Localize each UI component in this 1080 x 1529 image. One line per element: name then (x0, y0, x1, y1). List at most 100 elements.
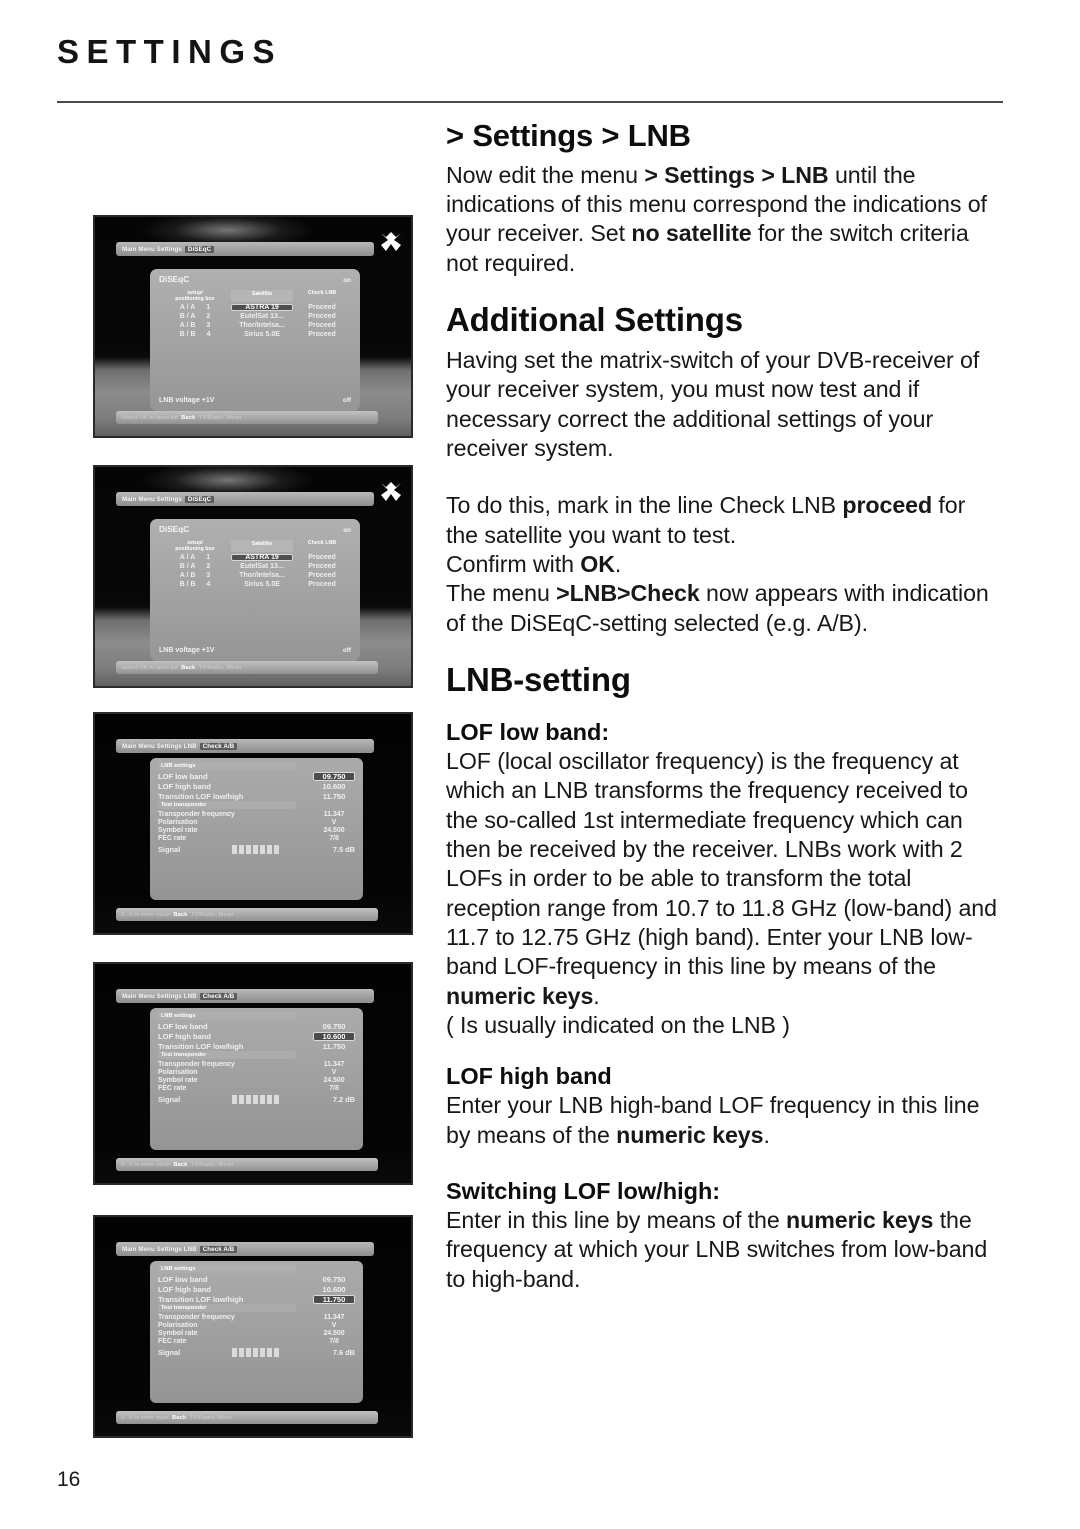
paragraph-lof-low-band: LOF (local oscillator frequency) is the … (446, 747, 1002, 1011)
transponder-row[interactable]: Polarisation V (158, 1068, 355, 1076)
settings-row[interactable]: LOF high band 10.600 (158, 1031, 355, 1041)
transponder-row[interactable]: Symbol rate 24.500 (158, 1076, 355, 1084)
row-value[interactable]: 10.600 (313, 782, 355, 791)
settings-row[interactable]: LOF low band 09.750 (158, 1021, 355, 1031)
hint-primary: Select OK to open list (121, 414, 178, 421)
settings-row[interactable]: Transition LOF low/high 11.750 (158, 791, 355, 801)
table-row[interactable]: B / A 2 EutelSat 13... Proceed (159, 563, 351, 570)
row-value[interactable]: 11.750 (313, 792, 355, 801)
cell-satellite[interactable]: Sirius 5.0E (231, 581, 293, 588)
row-label: FEC rate (158, 1337, 187, 1345)
table-row[interactable]: A / B 3 Thor/Intelsa... Proceed (159, 322, 351, 329)
settings-row[interactable]: LOF low band 09.750 (158, 771, 355, 781)
paragraph-settings-lnb: Now edit the menu > Settings > LNB until… (446, 161, 1002, 278)
diseqc-dialog: DiSEqC on setup/positioning box Satellite Ch… (150, 269, 360, 411)
row-value[interactable]: 09.750 (313, 1275, 355, 1284)
row-value[interactable]: 10.600 (313, 1285, 355, 1294)
breadcrumb-path: Main Menu Settings LNB (122, 742, 197, 750)
row-value[interactable]: 7/8 (313, 1085, 355, 1092)
row-value[interactable]: V (313, 1322, 355, 1329)
cell-check-lnb[interactable]: Proceed (293, 563, 351, 570)
row-value[interactable]: V (313, 819, 355, 826)
dialog-state-value[interactable]: on (343, 277, 351, 284)
settings-row[interactable]: LOF low band 09.750 (158, 1274, 355, 1284)
settings-row[interactable]: LOF high band 10.600 (158, 781, 355, 791)
cell-satellite[interactable]: EutelSat 13... (231, 563, 293, 570)
cell-check-lnb[interactable]: Proceed (293, 304, 351, 311)
cell-satellite[interactable]: ASTRA 19 (231, 304, 293, 312)
row-label: Transition LOF low/high (158, 1294, 244, 1304)
screenshot-diseqc-menu-2: Main Menu Settings DiSEqC DiSEqC on setup/po… (93, 465, 413, 688)
osd-hint-bar: Select OK to open list Back TV/Radio, Me… (116, 411, 378, 424)
cell-check-lnb[interactable]: Proceed (293, 581, 351, 588)
transponder-row[interactable]: Transponder frequency 11.347 (158, 1060, 355, 1068)
signal-bar-segment (239, 1095, 245, 1104)
transponder-row[interactable]: Polarisation V (158, 1321, 355, 1329)
lnb-voltage-row[interactable]: LNB voltage +1V off (159, 647, 351, 654)
cell-check-lnb[interactable]: Proceed (293, 313, 351, 320)
hint-back: Back (170, 911, 188, 918)
settings-row[interactable]: Transition LOF low/high 11.750 (158, 1294, 355, 1304)
transponder-row[interactable]: FEC rate 7/8 (158, 834, 355, 842)
cell-check-lnb[interactable]: Proceed (293, 554, 351, 561)
row-value[interactable]: 24.500 (313, 1330, 355, 1337)
cell-satellite[interactable]: Thor/Intelsa... (231, 572, 293, 579)
table-row[interactable]: B / A 2 EutelSat 13... Proceed (159, 313, 351, 320)
settings-row[interactable]: LOF high band 10.600 (158, 1284, 355, 1294)
cell-check-lnb[interactable]: Proceed (293, 331, 351, 338)
column-header-setup: setup/positioning box (175, 540, 215, 553)
lnb-voltage-row[interactable]: LNB voltage +1V off (159, 397, 351, 404)
transponder-row[interactable]: Polarisation V (158, 818, 355, 826)
table-row[interactable]: B / B 4 Sirius 5.0E Proceed (159, 331, 351, 338)
row-value[interactable]: 09.750 (313, 771, 355, 781)
signal-bar-segment (260, 1095, 266, 1104)
row-value[interactable]: 7/8 (313, 835, 355, 842)
row-value[interactable]: 11.347 (313, 811, 355, 818)
row-label: Transponder frequency (158, 1313, 235, 1321)
cell-satellite[interactable]: Sirius 5.0E (231, 331, 293, 338)
transponder-row[interactable]: FEC rate 7/8 (158, 1337, 355, 1345)
text-emphasis: numeric keys (616, 1121, 764, 1148)
cell-check-lnb[interactable]: Proceed (293, 322, 351, 329)
row-value[interactable]: 11.347 (313, 1061, 355, 1068)
row-value[interactable]: 24.500 (313, 827, 355, 834)
lnb-voltage-value[interactable]: off (343, 397, 351, 404)
transponder-row[interactable]: Transponder frequency 11.347 (158, 1313, 355, 1321)
transponder-row[interactable]: Symbol rate 24.500 (158, 826, 355, 834)
cell-check-lnb[interactable]: Proceed (293, 572, 351, 579)
text-run: Enter in this line by means of the (446, 1207, 787, 1234)
table-row[interactable]: A / A 1 ASTRA 19 Proceed (159, 554, 351, 562)
signal-bar-segment (232, 1095, 238, 1104)
table-row[interactable]: A / B 3 Thor/Intelsa... Proceed (159, 572, 351, 579)
lnb-voltage-value[interactable]: off (343, 647, 351, 654)
signal-strength-meter (232, 1348, 280, 1357)
transponder-row[interactable]: FEC rate 7/8 (158, 1084, 355, 1092)
row-value[interactable]: 11.347 (313, 1314, 355, 1321)
cell-satellite[interactable]: EutelSat 13... (231, 313, 293, 320)
screenshot-lnb-settings-lof-low: Main Menu Settings LNB Check A/B LNB setti… (93, 712, 413, 935)
section-header-lnb-settings: LNB settings (158, 762, 296, 770)
cell-satellite[interactable]: Thor/Intelsa... (231, 322, 293, 329)
dialog-state-value[interactable]: on (343, 527, 351, 534)
diseqc-dialog: DiSEqC on setup/positioning box Satellite Ch… (150, 519, 360, 661)
osd-breadcrumb: Main Menu Settings LNB Check A/B (116, 1242, 374, 1256)
signal-bar-segment (232, 1348, 238, 1357)
row-value[interactable]: 11.750 (313, 1042, 355, 1051)
dialog-title: DiSEqC (159, 525, 190, 534)
text-run: Now edit the menu (446, 161, 645, 188)
row-value[interactable]: 10.600 (313, 1031, 355, 1041)
settings-row[interactable]: Transition LOF low/high 11.750 (158, 1041, 355, 1051)
cell-setup: B / A2 (179, 313, 211, 321)
transponder-row[interactable]: Symbol rate 24.500 (158, 1329, 355, 1337)
table-row[interactable]: A / A 1 ASTRA 19 Proceed (159, 304, 351, 312)
row-value[interactable]: 09.750 (313, 1022, 355, 1031)
row-value[interactable]: 7/8 (313, 1338, 355, 1345)
row-value[interactable]: V (313, 1069, 355, 1076)
hint-secondary: TV/Radio, Menu (195, 414, 242, 421)
row-value[interactable]: 11.750 (313, 1294, 355, 1304)
row-label: Transponder frequency (158, 810, 235, 818)
cell-satellite[interactable]: ASTRA 19 (231, 554, 293, 562)
row-value[interactable]: 24.500 (313, 1077, 355, 1084)
transponder-row[interactable]: Transponder frequency 11.347 (158, 810, 355, 818)
table-row[interactable]: B / B 4 Sirius 5.0E Proceed (159, 581, 351, 588)
